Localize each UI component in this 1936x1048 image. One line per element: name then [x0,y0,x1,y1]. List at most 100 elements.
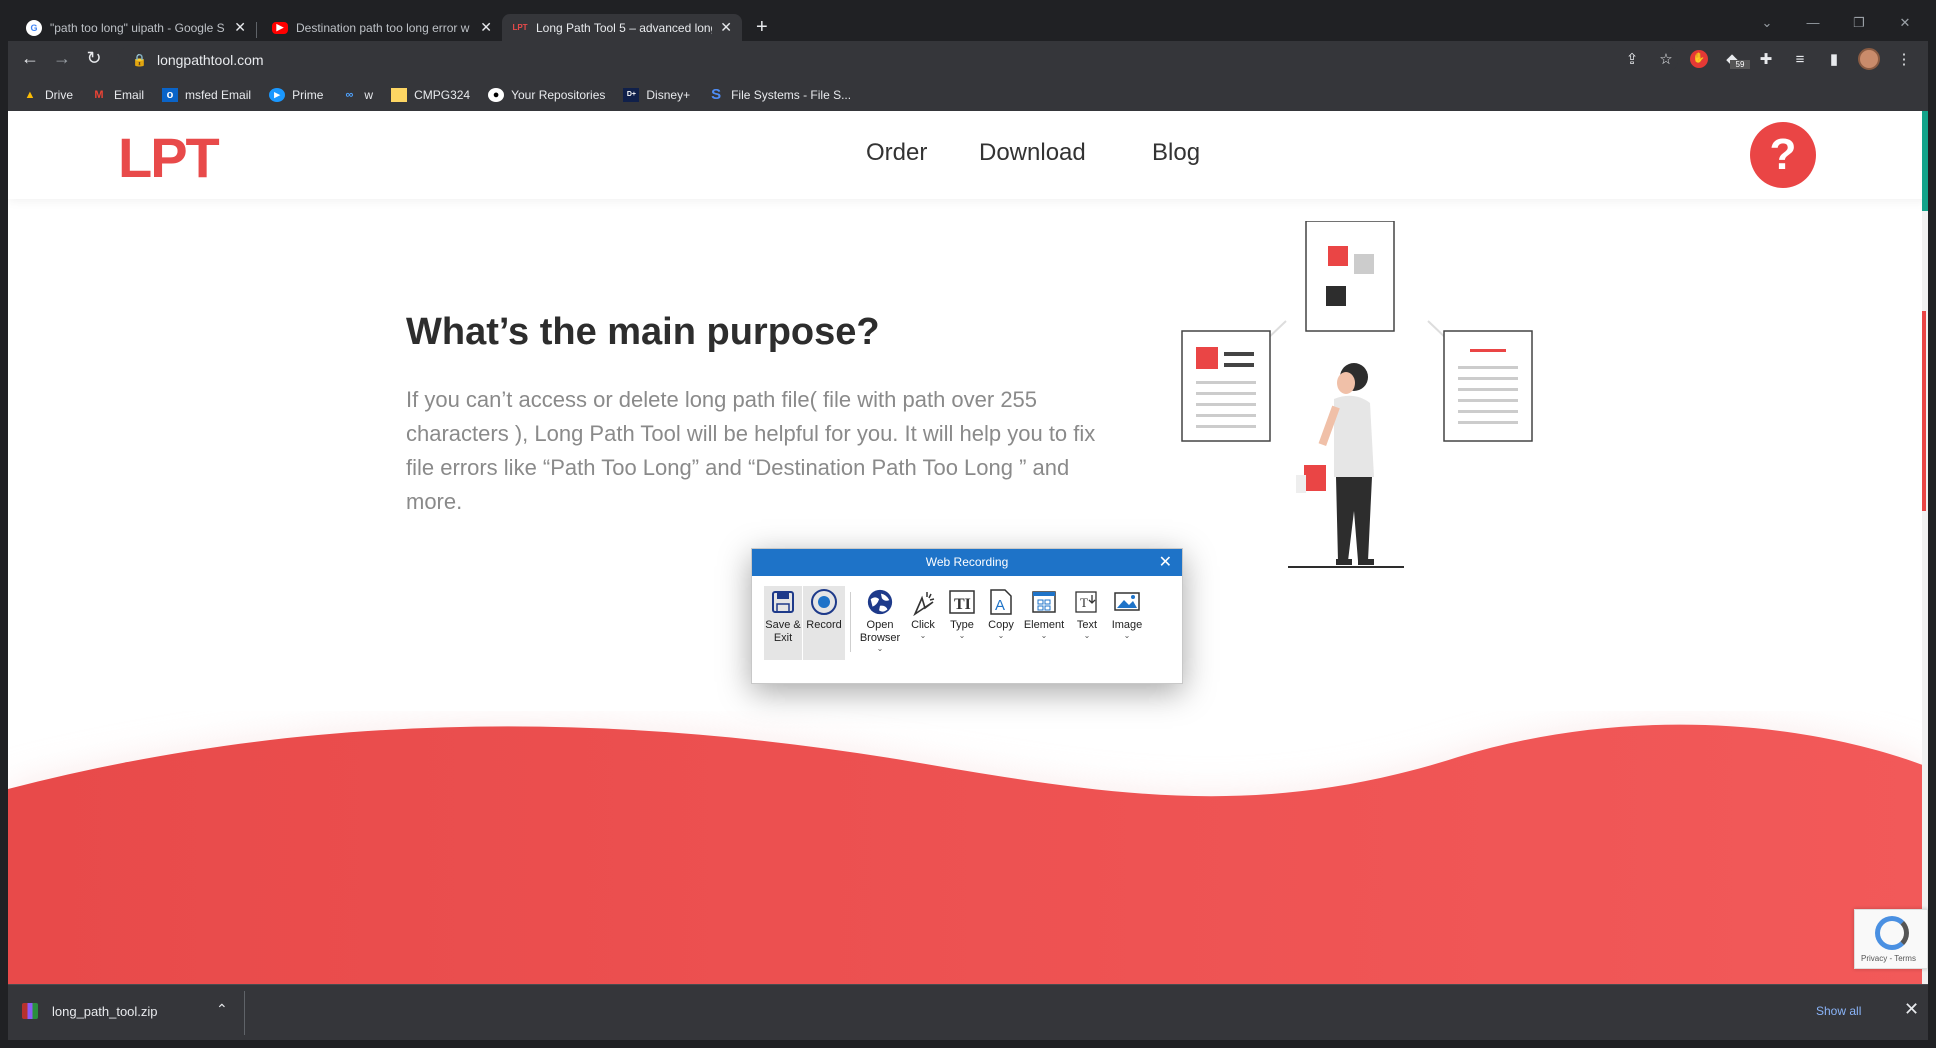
recaptcha-links[interactable]: Privacy - Terms [1861,954,1916,963]
share-icon[interactable]: ⇪ [1622,50,1642,68]
image-button[interactable]: Image ⌄ [1107,586,1147,660]
chevron-down-icon[interactable]: ⌄ [1124,632,1131,640]
extension-badge: 59 [1730,60,1750,69]
prime-icon: ▸ [269,87,286,102]
bookmark-label: Your Repositories [511,87,606,102]
forward-icon[interactable]: → [50,48,74,69]
close-icon[interactable]: ✕ [1159,549,1172,576]
help-button[interactable]: ? [1750,122,1816,188]
zip-file-icon [22,1003,38,1019]
download-filename[interactable]: long_path_tool.zip [52,1004,158,1019]
bookmark-label: Prime [292,87,324,102]
section-body: If you can’t access or delete long path … [406,387,1096,514]
tab-youtube[interactable]: ▶ Destination path too long error w ✕ [262,14,502,41]
copy-button[interactable]: A Copy ⌄ [982,586,1020,660]
new-tab-button[interactable]: + [756,16,768,39]
chevron-down-icon[interactable]: ⌄ [1041,632,1048,640]
cursor-click-icon [909,588,937,616]
bookmark-msfed-email[interactable]: o msfed Email [162,87,251,102]
site-logo[interactable]: LPT [118,125,220,190]
lock-icon[interactable]: 🔒 [132,53,147,67]
tab-long-path-tool[interactable]: LPT Long Path Tool 5 – advanced long ✕ [502,14,742,41]
web-recording-dialog: Web Recording ✕ Save & Exit Record Open … [751,548,1183,684]
close-window-icon[interactable]: ✕ [1882,8,1928,41]
tool-label: Open Browser [859,619,901,644]
dialog-titlebar[interactable]: Web Recording ✕ [752,549,1182,576]
click-button[interactable]: Click ⌄ [904,586,942,660]
tab-close-icon[interactable]: ✕ [234,19,246,36]
recaptcha-icon [1875,916,1909,950]
bookmark-star-icon[interactable]: ☆ [1656,50,1676,68]
browser-toolbar: ← → ↻ 🔒 longpathtool.com ⇪ ☆ ✋ ◆59 ✚ ≡ ▮… [8,41,1928,78]
google-icon: G [26,19,42,36]
scrollbar-thumb[interactable] [1922,111,1928,211]
element-button[interactable]: Element ⌄ [1021,586,1067,660]
tab-search-icon[interactable]: ⌄ [1744,8,1790,41]
menu-kebab-icon[interactable]: ⋮ [1894,50,1914,68]
tab-strip: G "path too long" uipath - Google S ✕ ▶ … [8,8,1928,41]
image-icon [1113,588,1141,616]
nav-blog[interactable]: Blog [1152,139,1200,167]
tool-label: Record [806,619,842,631]
reading-list-icon[interactable]: ≡ [1790,51,1810,68]
restore-icon[interactable]: ❐ [1836,8,1882,41]
nav-download[interactable]: Download [979,139,1086,167]
open-browser-button[interactable]: Open Browser ⌄ [857,586,903,660]
right-document-card [1443,330,1533,442]
type-icon: TI [948,588,976,616]
tab-google-search[interactable]: G "path too long" uipath - Google S ✕ [16,14,256,41]
globe-icon [866,588,894,616]
bookmark-cmpg324[interactable]: CMPG324 [391,87,470,102]
tab-close-icon[interactable]: ✕ [480,19,492,36]
bookmark-drive[interactable]: ▲ Drive [22,88,73,102]
chevron-down-icon[interactable]: ⌄ [998,632,1005,640]
save-icon [769,588,797,616]
chevron-down-icon[interactable]: ⌄ [1084,632,1091,640]
bookmark-disney[interactable]: D+ Disney+ [623,87,690,102]
taskbar-edge [0,1040,1936,1048]
download-item[interactable]: long_path_tool.zip [22,1003,158,1019]
address-bar[interactable]: 🔒 longpathtool.com [118,45,1678,74]
text-icon: T [1073,588,1101,616]
text-button[interactable]: T Text ⌄ [1068,586,1106,660]
type-button[interactable]: TI Type ⌄ [943,586,981,660]
bookmark-label: Email [114,87,145,102]
extensions-puzzle-icon[interactable]: ✚ [1756,50,1776,68]
nav-order[interactable]: Order [866,139,927,167]
side-panel-icon[interactable]: ▮ [1824,50,1844,68]
bookmark-prime[interactable]: ▸ Prime [269,87,324,102]
close-icon[interactable]: ✕ [1904,999,1919,1020]
bookmark-email[interactable]: M Email [91,88,144,102]
tab-close-icon[interactable]: ✕ [720,19,732,36]
chevron-down-icon[interactable]: ⌄ [877,645,884,653]
record-button[interactable]: Record [803,586,845,660]
svg-text:A: A [995,597,1005,614]
documents-illustration [1181,221,1533,568]
save-exit-button[interactable]: Save & Exit [764,586,802,660]
recaptcha-badge[interactable]: Privacy - Terms [1854,909,1928,969]
top-document-card [1305,221,1395,332]
chevron-down-icon[interactable]: ⌄ [920,632,927,640]
disney-icon: D+ [623,87,640,102]
bookmark-label: File Systems - File S... [731,87,852,102]
page-scrollbar[interactable] [1922,111,1928,984]
address-text[interactable]: longpathtool.com [157,52,264,68]
bookmark-file-systems[interactable]: S File Systems - File S... [708,86,852,103]
bookmark-label: w [364,87,374,102]
bookmark-w[interactable]: ∞ w [341,88,373,102]
bookmark-label: Drive [45,87,74,102]
toolbar-separator [850,592,851,652]
show-all-button[interactable]: Show all [1816,1004,1861,1018]
back-icon[interactable]: ← [18,48,42,69]
section-heading: What’s the main purpose? [406,311,880,353]
github-icon: ● [488,87,505,102]
site-header: LPT Order Download Blog ? [8,111,1928,199]
minimize-icon[interactable]: — [1790,8,1836,41]
adblock-extension-icon[interactable]: ✋ [1690,50,1708,68]
bookmark-repositories[interactable]: ● Your Repositories [488,87,606,102]
profile-avatar[interactable] [1858,48,1880,70]
chevron-up-icon[interactable]: ⌃ [216,1001,228,1018]
chevron-down-icon[interactable]: ⌄ [959,632,966,640]
reload-icon[interactable]: ↻ [82,48,106,69]
ublock-extension-icon[interactable]: ◆59 [1722,50,1750,69]
